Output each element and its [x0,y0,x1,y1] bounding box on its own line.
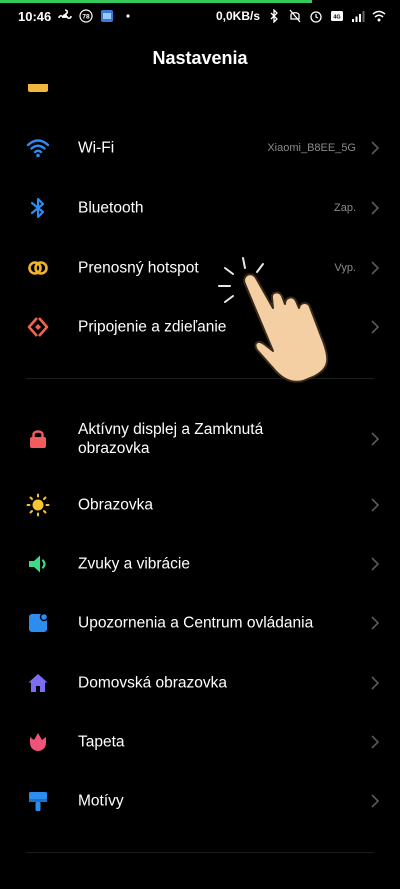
settings-item-label: Bluetooth [78,199,144,216]
settings-item-label: Upozornenia a Centrum ovládania [78,614,314,631]
network-speed: 0,0KB/s [215,9,260,23]
share-icon [26,315,50,339]
badge-icon: 78 [79,9,93,23]
hotspot-icon [26,256,50,280]
chevron-right-icon [370,675,380,691]
fan-icon [58,9,73,23]
section-divider [26,852,374,853]
chevron-right-icon [370,431,380,447]
app-notification-icon [100,9,114,23]
badge-text: 78 [83,14,91,21]
chevron-right-icon [370,556,380,572]
chevron-right-icon [370,140,380,156]
partial-list-item[interactable] [0,84,400,100]
tap-hand-icon [215,250,355,390]
chevron-right-icon [370,200,380,216]
chevron-right-icon [370,497,380,513]
svg-text:4G: 4G [333,15,340,21]
wallpaper-icon [26,730,50,754]
lock-icon [26,427,50,451]
settings-item-label: Zvuky a vibrácie [78,555,190,572]
bluetooth-status-icon [267,9,281,23]
home-icon [26,671,50,695]
bluetooth-icon [26,196,50,220]
settings-item-wallpaper[interactable]: Tapeta [0,712,400,771]
chevron-right-icon [370,319,380,335]
themes-icon [26,789,50,813]
settings-item-label: Tapeta [78,733,125,750]
settings-item-value: Zap. [333,201,356,214]
signal-icon [351,9,365,23]
settings-item-value: Xiaomi_B8EE_5G [267,141,356,154]
chevron-right-icon [370,260,380,276]
settings-item-home-screen[interactable]: Domovská obrazovka [0,653,400,712]
page-title: Nastavenia [152,48,248,68]
settings-item-themes[interactable]: Motívy [0,771,400,830]
settings-item-lock-screen[interactable]: Aktívny displej a Zamknutá obrazovka [0,409,400,469]
volte-icon: 4G [330,9,344,23]
settings-item-display[interactable]: Obrazovka [0,475,400,534]
brightness-icon [26,493,50,517]
speaker-icon [26,552,50,576]
settings-item-label: Motívy [78,792,124,809]
status-bar: 10:46 78 0,0KB/s 4G [0,3,400,29]
alarm-icon [309,9,323,23]
dot-icon [121,9,135,23]
settings-item-label: Obrazovka [78,496,153,513]
chevron-right-icon [370,734,380,750]
settings-item-bluetooth[interactable]: Bluetooth Zap. [0,178,400,237]
sim-card-icon [28,84,48,92]
settings-item-label: Aktívny displej a Zamknutá obrazovka [78,421,264,457]
mute-bell-icon [288,9,302,23]
settings-item-label: Domovská obrazovka [78,674,228,691]
chevron-right-icon [370,615,380,631]
settings-item-notifications[interactable]: Upozornenia a Centrum ovládania [0,593,400,652]
chevron-right-icon [370,793,380,809]
status-time: 10:46 [18,8,52,24]
settings-item-wifi[interactable]: Wi-Fi Xiaomi_B8EE_5G [0,118,400,177]
notification-icon [26,611,50,635]
wifi-status-icon [372,9,386,23]
wifi-icon [26,136,50,160]
settings-item-sounds[interactable]: Zvuky a vibrácie [0,534,400,593]
